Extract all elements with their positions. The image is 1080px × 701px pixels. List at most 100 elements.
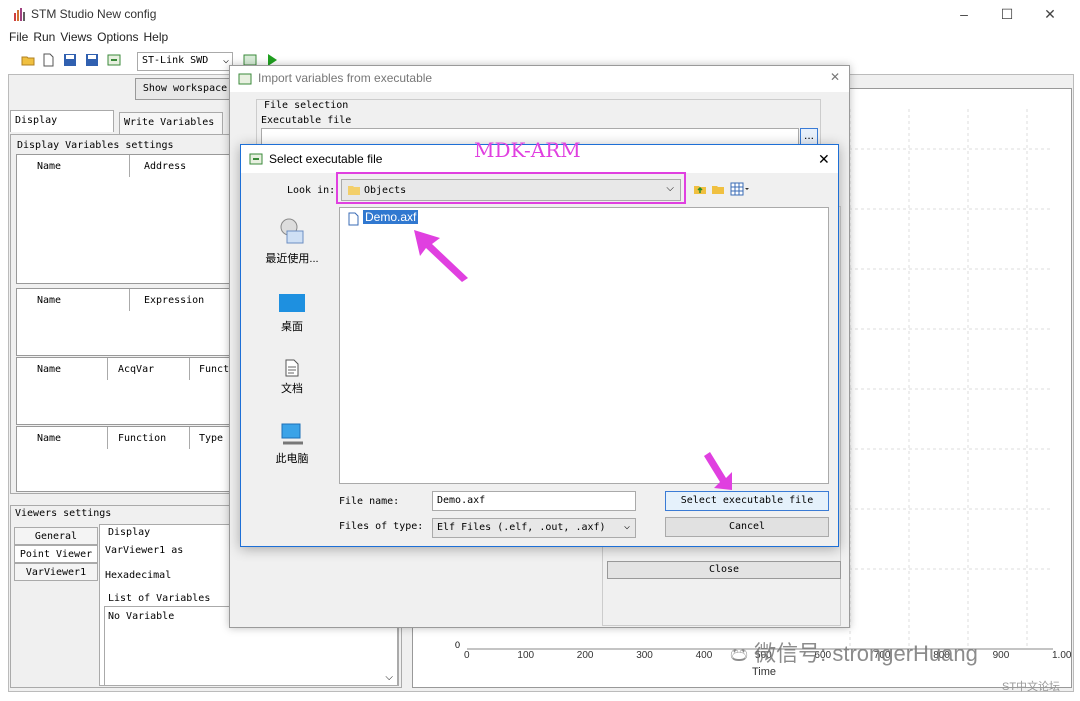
desktop-icon (279, 294, 305, 312)
place-recent[interactable]: 最近使用... (249, 217, 335, 266)
files-of-type-select[interactable]: Elf Files (.elf, .out, .axf) ⌵ (432, 518, 636, 538)
chevron-down-icon: ⌵ (623, 521, 630, 532)
place-desktop-label: 桌面 (281, 321, 303, 333)
look-in-label: Look in: (287, 185, 336, 196)
files-of-type-value: Elf Files (.elf, .out, .axf) (437, 522, 606, 533)
executable-file-label: Executable file (261, 115, 352, 126)
grid-header-name: Name (37, 295, 62, 306)
place-this-pc[interactable]: 此电脑 (249, 421, 335, 466)
place-documents-label: 文档 (281, 383, 303, 395)
menu-run[interactable]: Run (33, 30, 55, 48)
menubar: File Run Views Options Help (9, 30, 168, 48)
documents-icon (285, 359, 299, 377)
main-titlebar: STM Studio New config – ☐ ✕ (0, 0, 1080, 30)
save-icon[interactable] (85, 53, 99, 67)
grid-header-name: Name (37, 364, 62, 375)
new-folder-icon[interactable] (711, 182, 725, 196)
import-icon[interactable] (107, 53, 121, 67)
display-label: Display (108, 527, 151, 538)
x-tick-label: 1.00 (1052, 650, 1072, 661)
menu-file[interactable]: File (9, 30, 28, 48)
file-dialog-icon (249, 153, 263, 165)
x-tick-label: 200 (576, 650, 594, 661)
display-settings-label: Display Variables settings (17, 140, 174, 151)
maximize-button[interactable]: ☐ (995, 4, 1019, 24)
place-desktop[interactable]: 桌面 (249, 293, 335, 334)
expressions-grid[interactable]: Name Expression (16, 288, 232, 356)
file-item-name: Demo.axf (363, 210, 419, 224)
x-tick-label: 0 (464, 650, 470, 661)
computer-icon (281, 423, 303, 445)
grid-header-name: Name (37, 161, 62, 172)
minimize-button[interactable]: – (952, 4, 976, 24)
show-workspace-button[interactable]: Show workspace (135, 78, 235, 100)
x-tick-label: 100 (517, 650, 535, 661)
viewer-tab-general[interactable]: General (14, 527, 98, 545)
place-documents[interactable]: 文档 (249, 359, 335, 396)
file-name-label: File name: (339, 496, 400, 507)
file-name-input[interactable]: Demo.axf (432, 491, 636, 511)
place-this-pc-label: 此电脑 (275, 453, 309, 465)
places-bar: 最近使用... 桌面 文档 此电脑 (249, 207, 339, 485)
x-tick-label: 900 (992, 650, 1010, 661)
viewers-settings-label: Viewers settings (15, 508, 112, 519)
app-logo-icon (14, 8, 25, 21)
functions-grid[interactable]: Name Function Type (16, 426, 232, 492)
viewer-tab-varviewer1[interactable]: VarViewer1 (14, 563, 98, 581)
cancel-button[interactable]: Cancel (665, 517, 829, 537)
files-of-type-label: Files of type: (339, 521, 424, 532)
close-button[interactable]: Close (607, 561, 841, 579)
grid-header-name: Name (37, 433, 62, 444)
arrow-icon (704, 452, 732, 490)
recent-icon (280, 218, 304, 244)
no-variable-text: No Variable (108, 611, 175, 622)
close-window-button[interactable]: ✕ (1038, 4, 1062, 24)
import-dialog-icon (238, 73, 252, 85)
wechat-icon: ඏ (730, 641, 748, 666)
select-executable-button[interactable]: Select executable file (665, 491, 829, 511)
new-file-icon[interactable] (41, 53, 55, 67)
x-tick-label: 400 (695, 650, 713, 661)
save-as-icon[interactable] (63, 53, 77, 67)
file-name-value: Demo.axf (437, 495, 486, 506)
place-recent-label: 最近使用... (265, 253, 319, 265)
probe-select[interactable]: ST-Link SWD ⌵ (137, 52, 233, 71)
file-selection-label: File selection (264, 100, 349, 111)
variables-grid[interactable]: Name Address (16, 154, 232, 284)
highlight-box (336, 172, 686, 204)
import-dialog-title: Import variables from executable (258, 71, 433, 85)
grid-header-function: Function (118, 433, 167, 444)
up-folder-icon[interactable] (693, 182, 707, 196)
file-dialog-title: Select executable file (269, 152, 383, 166)
import-titlebar: Import variables from executable ✕ (230, 66, 849, 92)
tab-write-variables[interactable]: Write Variables (119, 112, 223, 134)
viewer-tab-point-viewer[interactable]: Point Viewer (14, 545, 98, 563)
window-title: STM Studio New config (31, 7, 157, 21)
grid-header-acqvar: AcqVar (118, 364, 155, 375)
grid-header-type: Type (199, 433, 224, 444)
grid-header-expression: Expression (144, 295, 205, 306)
menu-views[interactable]: Views (60, 30, 92, 48)
format-value[interactable]: Hexadecimal (105, 570, 171, 581)
grid-header-address: Address (144, 161, 187, 172)
menu-options[interactable]: Options (97, 30, 138, 48)
tab-display-variables[interactable]: Display Variables (10, 110, 114, 146)
x-tick-label: 300 (636, 650, 653, 661)
view-menu-icon[interactable] (730, 182, 750, 196)
y-tick: 0 (455, 640, 461, 650)
menu-help[interactable]: Help (144, 30, 169, 48)
chevron-down-icon[interactable]: ⌵ (385, 672, 393, 683)
probe-select-value: ST-Link SWD (142, 55, 209, 66)
mdk-arm-annotation: MDK-ARM (474, 138, 581, 162)
open-folder-icon[interactable] (21, 53, 35, 67)
select-file-dialog: Select executable file ✕ Look in: Object… (240, 144, 839, 547)
footer-text: ST中文论坛 (1002, 681, 1061, 693)
close-icon[interactable]: ✕ (818, 151, 830, 168)
watermark-text: ඏ 微信号: strongerHuang (730, 641, 978, 666)
display-line: VarViewer1 as (105, 545, 184, 556)
close-icon[interactable]: ✕ (830, 70, 840, 84)
arrow-icon (414, 230, 468, 282)
file-icon (348, 212, 359, 226)
list-of-variables-label: List of Variables (108, 593, 211, 604)
acquisition-grid[interactable]: Name AcqVar Functi (16, 357, 235, 425)
